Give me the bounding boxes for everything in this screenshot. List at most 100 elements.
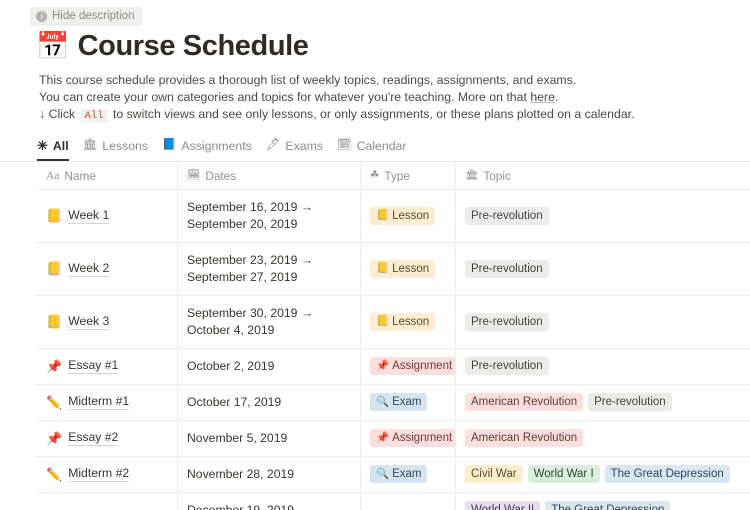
type-tag[interactable]: 📒 Lesson — [370, 259, 436, 278]
tab-assignments[interactable]: 📘 Assignments — [162, 139, 252, 161]
description-line-2-suffix: . — [554, 89, 559, 104]
row-emoji-icon: 📌 — [46, 430, 63, 446]
cell-name[interactable]: 💯Final Exam — [37, 492, 178, 510]
type-tag[interactable]: 📒 Lesson — [370, 206, 436, 225]
cell-name[interactable]: 📒 Week 3 — [37, 295, 178, 348]
table-row[interactable]: ✏️ Midterm #2 November 28, 2019 🔍 Exam Civil … — [37, 456, 750, 493]
cell-topic[interactable]: Civil War World War I The Great Depression — [456, 457, 750, 492]
topic-tag[interactable]: Pre-revolution — [588, 393, 672, 412]
cell-dates[interactable]: November 5, 2019 — [178, 420, 361, 456]
column-header-type-label: Type — [384, 168, 410, 183]
type-tag-icon: 📌 — [376, 359, 390, 372]
tab-label: All — [52, 138, 69, 153]
topic-tag[interactable]: Pre-revolution — [465, 206, 549, 225]
topic-tag[interactable]: Pre-revolution — [465, 312, 549, 331]
table-row[interactable]: 📒 Week 2 September 23, 2019 → September 27… — [37, 242, 750, 296]
table-row[interactable]: 💯Final ExamDecember 19, 2019🔍Exam World W… — [37, 492, 750, 510]
cell-dates[interactable]: December 19, 2019 — [178, 492, 361, 510]
type-tag[interactable]: 🔍 Exam — [370, 393, 428, 412]
cell-name[interactable]: 📌 Essay #2 — [37, 420, 178, 456]
type-tag-label: Assignment — [392, 360, 453, 373]
topic-tag[interactable]: World War II — [465, 500, 541, 510]
type-tag-label: Exam — [392, 468, 422, 481]
cell-topic[interactable]: American Revolution Pre-revolution — [456, 385, 750, 420]
page-description: This course schedule provides a thorough… — [0, 64, 750, 125]
cell-topic[interactable]: World War IIThe Great DepressionWorld Wa… — [456, 493, 750, 510]
tab-label: Exams — [285, 138, 323, 153]
type-tag[interactable]: 🔍 Exam — [370, 465, 428, 484]
row-title-link[interactable]: Essay #1 — [68, 358, 119, 375]
text-type-icon: Aa — [46, 169, 60, 182]
cell-topic[interactable]: Pre-revolution — [456, 243, 750, 295]
cell-name[interactable]: 📌 Essay #1 — [37, 348, 178, 384]
cell-type[interactable]: 🔍Exam — [361, 492, 456, 510]
description-line-1: This course schedule provides a thorough… — [39, 72, 577, 87]
topic-tag[interactable]: American Revolution — [465, 393, 584, 412]
topic-tag[interactable]: American Revolution — [465, 429, 584, 448]
cell-type[interactable]: 📒 Lesson — [361, 295, 456, 348]
cell-type[interactable]: 🔍Exam — [361, 456, 456, 492]
table-row[interactable]: 📌 Essay #2 November 5, 2019 📌 Assignment Amer… — [37, 420, 750, 457]
table-row[interactable]: ✏️ Midterm #1 October 17, 2019 🔍 Exam America… — [37, 384, 750, 421]
column-header-dates[interactable]: 🗓 Dates — [178, 161, 361, 189]
cell-name[interactable]: ✏️ Midterm #1 — [37, 384, 178, 420]
cell-type[interactable]: 📌 Assignment — [361, 420, 456, 456]
cell-dates[interactable]: October 2, 2019 — [178, 348, 361, 384]
here-link[interactable]: here — [530, 90, 555, 104]
cell-type[interactable]: 📌 Assignment — [361, 348, 456, 384]
page-title: Course Schedule — [77, 30, 309, 63]
topic-tag[interactable]: Pre-revolution — [465, 259, 549, 278]
column-header-topic[interactable]: 🏛 Topic — [456, 162, 750, 189]
table-row[interactable]: 📌 Essay #1 October 2, 2019 📌 Assignment Pre-r… — [37, 348, 750, 385]
topic-tag[interactable]: Pre-revolution — [465, 357, 549, 376]
cell-dates[interactable]: September 16, 2019 → September 20, 2019 — [178, 189, 361, 242]
calendar-icon: 🗓 — [187, 169, 201, 182]
tab-exams[interactable]: 🖊 Exams — [266, 139, 323, 161]
row-title-link[interactable]: Week 3 — [68, 314, 110, 330]
cell-type[interactable]: 📒 Lesson — [361, 242, 456, 295]
cell-topic[interactable]: Pre-revolution — [456, 190, 750, 242]
description-line-3-prefix: ↓ Click — [39, 106, 79, 121]
cell-topic[interactable]: Pre-revolution — [456, 349, 750, 384]
tab-label: Calendar — [356, 138, 407, 153]
type-tag[interactable]: 📒 Lesson — [370, 312, 436, 331]
cell-dates[interactable]: November 28, 2019 — [178, 456, 361, 492]
row-title-link[interactable]: Midterm #2 — [68, 466, 130, 483]
cell-dates[interactable]: October 17, 2019 — [178, 384, 361, 420]
row-title-link[interactable]: Week 2 — [68, 261, 110, 277]
table-row[interactable]: 📒 Week 3 September 30, 2019 → October 4, 2… — [37, 295, 750, 349]
cell-type[interactable]: 📒 Lesson — [361, 189, 456, 242]
cell-name[interactable]: 📒 Week 2 — [37, 242, 178, 295]
cell-dates[interactable]: September 30, 2019 → October 4, 2019 — [178, 295, 361, 348]
row-emoji-icon: 📒 — [46, 314, 63, 330]
topic-tag[interactable]: World War I — [527, 465, 600, 484]
type-tag-icon: 🔍 — [376, 467, 390, 480]
page-title-row: 📅 Course Schedule — [0, 26, 750, 63]
hide-description-button[interactable]: i Hide description — [30, 6, 143, 27]
topic-tag[interactable]: The Great Depression — [604, 465, 730, 484]
topic-tag[interactable]: The Great Depression — [545, 500, 671, 510]
cell-dates[interactable]: September 23, 2019 → September 27, 2019 — [178, 242, 361, 295]
cell-topic[interactable]: Pre-revolution — [456, 296, 750, 348]
type-tag[interactable]: 📌 Assignment — [370, 429, 455, 448]
calendar-emoji-icon: 📅 — [36, 31, 70, 62]
asterisk-icon: ✳ — [37, 138, 48, 154]
tab-all[interactable]: ✳ All — [37, 139, 69, 161]
type-tag-label: Lesson — [392, 315, 430, 328]
topic-tag[interactable]: Civil War — [465, 465, 523, 484]
row-title-link[interactable]: Midterm #1 — [68, 394, 130, 411]
column-header-name[interactable]: Aa Name — [37, 161, 178, 189]
all-code-chip: All — [80, 108, 108, 123]
column-header-topic-label: Topic — [483, 168, 511, 183]
column-header-type[interactable]: ☘ Type — [361, 161, 456, 189]
cell-topic[interactable]: American Revolution — [456, 421, 750, 456]
tab-calendar[interactable]: 🗓 Calendar — [337, 139, 407, 161]
tab-lessons[interactable]: 🏛 Lessons — [83, 139, 148, 161]
cell-name[interactable]: 📒 Week 1 — [37, 189, 178, 242]
cell-type[interactable]: 🔍Exam — [361, 384, 456, 420]
row-title-link[interactable]: Essay #2 — [68, 430, 119, 447]
row-title-link[interactable]: Week 1 — [68, 208, 110, 224]
cell-name[interactable]: ✏️ Midterm #2 — [37, 456, 178, 492]
table-row[interactable]: 📒 Week 1 September 16, 2019 → September 20… — [37, 189, 750, 243]
type-tag[interactable]: 📌 Assignment — [370, 357, 455, 376]
